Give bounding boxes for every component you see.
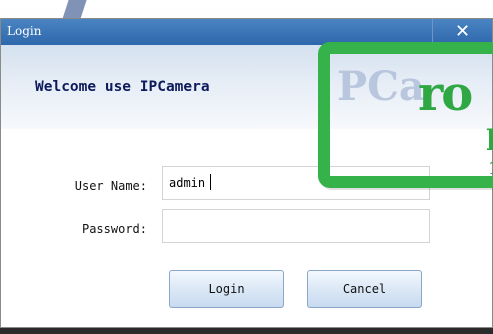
dialog-title: Login: [7, 24, 42, 38]
close-icon: ✕: [454, 21, 471, 42]
password-input[interactable]: [162, 209, 430, 243]
cancel-button[interactable]: Cancel: [307, 270, 422, 308]
bottom-edge: [0, 328, 493, 334]
welcome-heading: Welcome use IPCamera: [35, 79, 210, 95]
login-button[interactable]: Login: [169, 270, 284, 308]
stamp-text: ro: [418, 66, 473, 122]
password-label: Password:: [81, 222, 147, 236]
stamp-subtext-1: h: [486, 124, 493, 157]
stamp-subtext-2: 1: [488, 158, 493, 176]
text-caret: [210, 174, 211, 190]
username-label: User Name:: [74, 179, 147, 193]
watermark-stamp: ro h 1: [318, 42, 493, 188]
